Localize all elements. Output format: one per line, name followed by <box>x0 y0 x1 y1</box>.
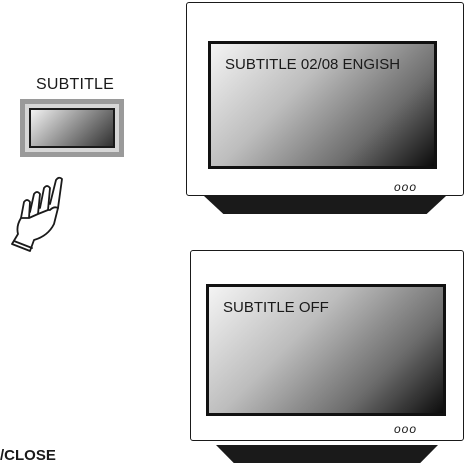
subtitle-button-face <box>29 108 115 148</box>
tv-stand <box>204 196 446 214</box>
pointing-hand-icon <box>11 176 63 252</box>
tv-screen: SUBTITLE 02/08 ENGISH <box>208 41 437 169</box>
tv-indicator-lights: ooo <box>393 180 417 194</box>
subtitle-button-label: SUBTITLE <box>35 76 115 93</box>
tv-bezel: SUBTITLE 02/08 ENGISH ooo <box>186 2 464 196</box>
section-caption: /CLOSE <box>0 447 56 464</box>
tv-subtitle-on: SUBTITLE 02/08 ENGISH ooo <box>186 2 464 214</box>
osd-subtitle-status: SUBTITLE 02/08 ENGISH <box>225 56 401 73</box>
tv-screen: SUBTITLE OFF <box>206 284 446 416</box>
subtitle-button[interactable] <box>20 99 124 157</box>
tv-subtitle-off: SUBTITLE OFF ooo <box>190 250 464 463</box>
tv-stand <box>216 445 438 463</box>
tv-indicator-lights: ooo <box>393 422 417 436</box>
osd-subtitle-status: SUBTITLE OFF <box>223 299 329 316</box>
tv-bezel: SUBTITLE OFF ooo <box>190 250 464 441</box>
